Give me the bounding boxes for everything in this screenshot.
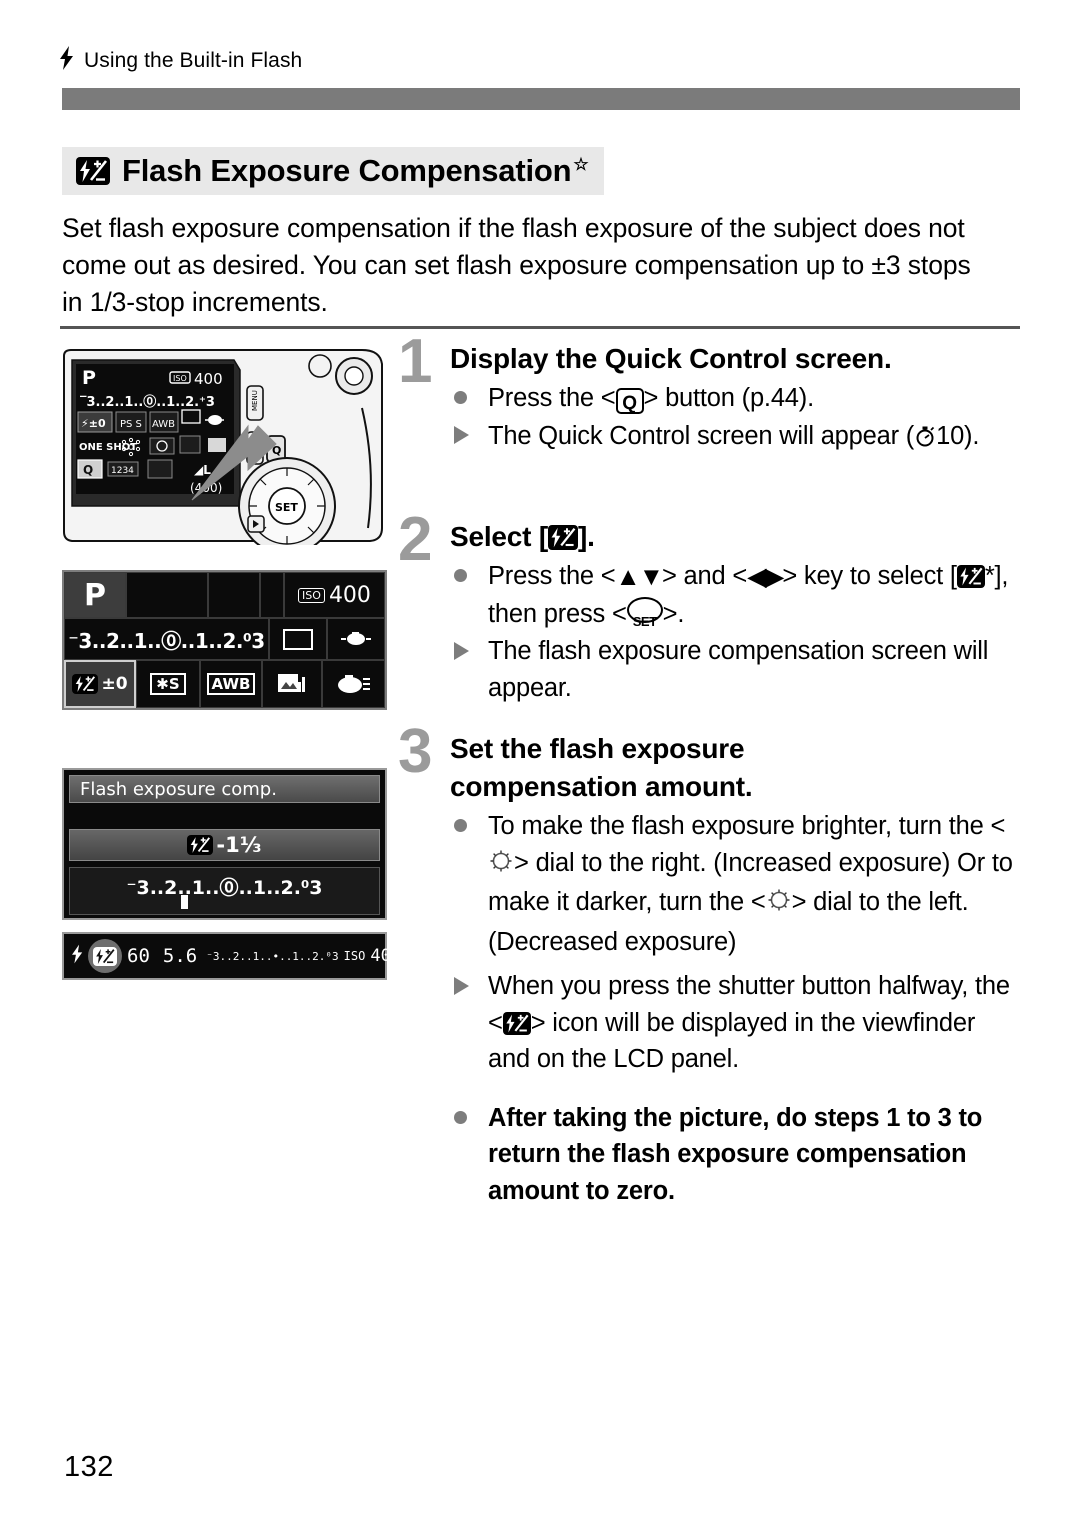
- qc-camera-shake-icon: [327, 618, 385, 660]
- qc-mode: P: [64, 572, 126, 618]
- step-3-heading: Set the flash exposure compensation amou…: [450, 733, 753, 802]
- step-2: 2 Select [ ]. Press the <▲▼> and <◀▶> ke…: [398, 509, 1020, 730]
- left-right-key-icon: ◀▶: [747, 563, 784, 591]
- flash-exposure-comp-highlight: [88, 939, 122, 973]
- running-head: Using the Built-in Flash: [60, 46, 302, 76]
- svg-text:◢L: ◢L: [194, 463, 211, 477]
- qc-single-shot-icon: [269, 618, 327, 660]
- divider: [60, 326, 1020, 329]
- step-2-bullet-2: The flash exposure compensation screen w…: [450, 633, 1020, 706]
- vf-aperture: 5.6: [162, 945, 198, 967]
- step-3-bullet-2: When you press the shutter button halfwa…: [450, 968, 1020, 1078]
- viewfinder-strip-figure: 60 5.6 ⁻3..2..1..•..1..2.⁰3 ISO 400 50: [62, 932, 441, 980]
- flash-exposure-compensation-icon: [187, 835, 214, 855]
- flash-exposure-compensation-icon: [76, 157, 110, 185]
- main-dial-icon: [766, 887, 792, 924]
- bullet-dot-icon: [454, 1100, 467, 1137]
- vf-iso-label: ISO: [343, 949, 366, 963]
- bullet-dot-icon: [454, 808, 467, 845]
- svg-text:1234: 1234: [111, 466, 134, 476]
- quick-control-screen-figure: P ISO 400 ⁻3..2..1..⓪..1..2.⁰3 ±0 ✱S AWB: [62, 570, 387, 710]
- flash-exposure-compensation-icon: [93, 946, 117, 966]
- intro-paragraph: Set flash exposure compensation if the f…: [62, 213, 971, 317]
- flash-exposure-compensation-icon: [502, 1011, 531, 1035]
- svg-text:400: 400: [194, 370, 223, 388]
- flash-exposure-compensation-icon: [72, 674, 99, 694]
- step-1-bullet-2: The Quick Control screen will appear (10…: [450, 418, 1020, 458]
- svg-text:P: P: [82, 367, 96, 389]
- vf-exposure-scale: ⁻3..2..1..•..1..2.⁰3: [206, 949, 339, 963]
- vf-shutter-speed: 60: [127, 945, 150, 967]
- flash-icon: [60, 46, 74, 76]
- svg-text:Q: Q: [83, 463, 93, 477]
- page-number: 132: [64, 1451, 114, 1483]
- step-3-number: 3: [398, 717, 433, 786]
- svg-text:ISO: ISO: [173, 374, 187, 383]
- step-3: 3 Set the flash exposure compensation am…: [398, 721, 1020, 1210]
- triangle-bullet-icon: [454, 418, 469, 455]
- flash-exposure-comp-screen-figure: Flash exposure comp. -1¹⁄₃ ⁻3..2..1..⓪..…: [62, 768, 387, 920]
- qc-exposure-scale: ⁻3..2..1..⓪..1..2.⁰3: [64, 618, 269, 660]
- step-3-bullet-3: After taking the picture, do steps 1 to …: [450, 1100, 1020, 1210]
- timer-icon: [914, 421, 936, 458]
- fec-scale-marker: [180, 895, 188, 909]
- triangle-bullet-icon: [454, 633, 469, 670]
- step-3-bullet-1: To make the flash exposure brighter, tur…: [450, 808, 1020, 960]
- flash-exposure-compensation-icon: [548, 525, 578, 550]
- set-button-icon: SET: [626, 596, 663, 629]
- up-down-key-icon: ▲▼: [615, 563, 665, 591]
- step-1: 1 Display the Quick Control screen. Pres…: [398, 331, 1020, 518]
- flash-exposure-compensation-icon: [956, 565, 985, 588]
- fec-screen-scale: ⁻3..2..1..⓪..1..2.⁰3: [69, 867, 380, 915]
- bullet-dot-icon: [454, 558, 467, 595]
- step-2-bullet-1: Press the <▲▼> and <◀▶> key to select [ …: [450, 558, 1020, 632]
- section-title-bar: Flash Exposure Compensation ☆: [62, 147, 605, 195]
- qc-iso: ISO 400: [284, 572, 385, 618]
- qc-auto-lighting-optimizer: [262, 660, 322, 708]
- svg-text:SET: SET: [275, 501, 298, 514]
- steps-list: 1 Display the Quick Control screen. Pres…: [398, 331, 1020, 1210]
- step-1-bullet-1: Press the < Q > button (p.44).: [450, 380, 1020, 417]
- svg-text:PS S: PS S: [120, 419, 142, 430]
- qc-white-balance: AWB: [200, 660, 262, 708]
- main-dial-icon: [488, 848, 514, 885]
- flash-icon: [72, 944, 83, 969]
- q-button-icon: Q: [615, 388, 644, 414]
- step-1-number: 1: [398, 327, 433, 396]
- step-2-number: 2: [398, 505, 433, 574]
- camera-back-illustration: P ISO 400 ‾3..2..1..⓪..1..2.⁺3 ⚡±0 PS S …: [62, 348, 387, 545]
- step-1-heading: Display the Quick Control screen.: [450, 343, 892, 374]
- svg-text:⚡±0: ⚡±0: [81, 417, 106, 430]
- star-icon: ☆: [573, 154, 589, 174]
- qc-quality: [322, 660, 385, 708]
- running-head-text: Using the Built-in Flash: [84, 49, 303, 72]
- svg-text:‾3..2..1..⓪..1..2.⁺3: ‾3..2..1..⓪..1..2.⁺3: [80, 394, 215, 410]
- qc-picture-style: ✱S: [136, 660, 200, 708]
- fec-screen-value: -1¹⁄₃: [69, 829, 380, 861]
- running-head-bar: [62, 88, 1020, 110]
- fec-screen-title: Flash exposure comp.: [69, 775, 380, 803]
- page-title: Flash Exposure Compensation ☆: [122, 153, 589, 188]
- step-2-heading: Select [ ].: [450, 521, 595, 552]
- svg-text:MENU: MENU: [251, 390, 259, 411]
- bullet-dot-icon: [454, 380, 467, 417]
- vf-iso-value: 400: [370, 946, 402, 966]
- svg-text:AWB: AWB: [152, 419, 175, 430]
- qc-flash-exposure-comp: ±0: [64, 660, 136, 708]
- triangle-bullet-icon: [454, 968, 469, 1005]
